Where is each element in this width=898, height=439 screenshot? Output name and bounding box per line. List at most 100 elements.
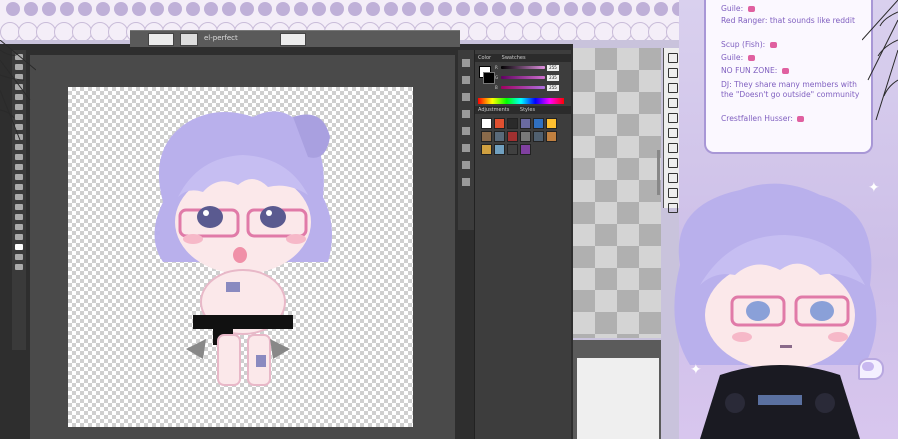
style-swatch[interactable] <box>507 118 518 129</box>
heart-emote-icon <box>797 116 805 122</box>
blur-tool-icon[interactable] <box>15 164 23 170</box>
secondary-document-canvas <box>577 358 659 439</box>
lace-scallop <box>630 22 650 40</box>
options-field[interactable] <box>280 33 306 46</box>
slider-r[interactable] <box>501 66 545 69</box>
lace-dot <box>618 2 632 16</box>
style-swatch[interactable] <box>481 144 492 155</box>
style-swatch[interactable] <box>494 131 505 142</box>
lace-dot <box>420 2 434 16</box>
color-swatch-icon[interactable] <box>15 244 23 250</box>
lace-dot <box>600 2 614 16</box>
lace-dot <box>222 2 236 16</box>
chat-username: Guile: <box>721 53 744 62</box>
tab-styles[interactable]: Styles <box>520 107 535 113</box>
character-icon[interactable] <box>462 76 470 84</box>
slider-r-value[interactable]: 255 <box>547 65 559 71</box>
heart-emote-icon <box>781 68 789 74</box>
style-swatch[interactable] <box>546 118 557 129</box>
style-swatch[interactable] <box>546 131 557 142</box>
line-icon[interactable] <box>668 143 678 153</box>
style-swatch[interactable] <box>481 131 492 142</box>
style-swatch[interactable] <box>494 144 505 155</box>
lace-dot <box>402 2 416 16</box>
chat-message: Red Ranger: that sounds like reddit <box>721 16 866 26</box>
chat-message: Guile: <box>721 4 866 14</box>
cobweb-left-icon <box>0 40 36 141</box>
chat-message: Crestfallen Husser: <box>721 114 866 124</box>
chat-text: that sounds like reddit <box>769 16 855 25</box>
brush-preset-icon[interactable] <box>180 33 198 46</box>
navigator-icon[interactable] <box>462 178 470 186</box>
slider-g[interactable] <box>501 76 545 79</box>
rect-icon[interactable] <box>668 158 678 168</box>
lace-scallop <box>558 22 578 40</box>
lace-dot <box>384 2 398 16</box>
paragraph-icon[interactable] <box>462 93 470 101</box>
lace-dot <box>24 2 38 16</box>
style-swatch[interactable] <box>494 118 505 129</box>
streamer-avatar <box>674 183 877 439</box>
lace-dot <box>582 2 596 16</box>
shape-tool-icon[interactable] <box>15 214 23 220</box>
style-swatch[interactable] <box>533 131 544 142</box>
hand-tool-icon[interactable] <box>15 224 23 230</box>
chat-username: DJ: <box>721 80 732 89</box>
zoom-icon[interactable] <box>668 128 678 138</box>
style-swatch[interactable] <box>507 144 518 155</box>
chat-message: Guile: <box>721 53 866 63</box>
style-swatch[interactable] <box>520 131 531 142</box>
gradient-tool-icon[interactable] <box>15 154 23 160</box>
dodge-tool-icon[interactable] <box>15 174 23 180</box>
quick-mask-icon[interactable] <box>15 254 23 260</box>
tab-swatches[interactable]: Swatches <box>502 55 526 61</box>
picker-icon[interactable] <box>668 113 678 123</box>
chat-box: Guile: Red Ranger: that sounds like redd… <box>704 0 873 154</box>
tab-color[interactable]: Color <box>478 55 491 61</box>
screen-mode-icon[interactable] <box>15 264 23 270</box>
info-icon[interactable] <box>462 161 470 169</box>
tool-presets-icon[interactable] <box>462 144 470 152</box>
lace-dot <box>96 2 110 16</box>
zoom-field[interactable] <box>148 33 174 46</box>
style-swatch[interactable] <box>520 118 531 129</box>
brush-panel-icon[interactable] <box>462 110 470 118</box>
path-select-icon[interactable] <box>15 204 23 210</box>
lace-scallop <box>504 22 524 40</box>
color-spectrum-bar[interactable] <box>478 98 564 104</box>
slider-g-value[interactable]: 235 <box>547 75 559 81</box>
lace-dot <box>150 2 164 16</box>
lace-scallop <box>522 22 542 40</box>
style-swatch[interactable] <box>520 144 531 155</box>
chat-username: Crestfallen Husser: <box>721 114 793 123</box>
style-swatch[interactable] <box>507 131 518 142</box>
slider-b[interactable] <box>501 86 545 89</box>
tab-adjustments[interactable]: Adjustments <box>478 107 509 113</box>
lace-dot <box>294 2 308 16</box>
lace-dot <box>528 2 542 16</box>
pencil-icon[interactable] <box>668 68 678 78</box>
lace-dot <box>186 2 200 16</box>
style-swatch[interactable] <box>481 118 492 129</box>
pointer-icon[interactable] <box>668 53 678 63</box>
slider-g-label: G <box>495 75 499 80</box>
clone-source-icon[interactable] <box>462 127 470 135</box>
secondary-document <box>573 340 661 439</box>
type-tool-icon[interactable] <box>15 194 23 200</box>
history-icon[interactable] <box>462 59 470 67</box>
lace-scallop <box>90 22 110 40</box>
eraser-icon[interactable] <box>668 83 678 93</box>
lace-dot <box>654 2 668 16</box>
lace-dot <box>240 2 254 16</box>
zoom-tool-icon[interactable] <box>15 234 23 240</box>
background-color-swatch[interactable] <box>483 72 495 84</box>
lace-scallop <box>594 22 614 40</box>
lace-scallop <box>18 22 38 40</box>
style-swatch[interactable] <box>533 118 544 129</box>
bucket-icon[interactable] <box>668 98 678 108</box>
slider-b-value[interactable]: 255 <box>547 85 559 91</box>
lace-scallop <box>648 22 668 40</box>
pen-tool-icon[interactable] <box>15 184 23 190</box>
lace-dot <box>636 2 650 16</box>
chat-message: NO FUN ZONE: <box>721 66 866 76</box>
